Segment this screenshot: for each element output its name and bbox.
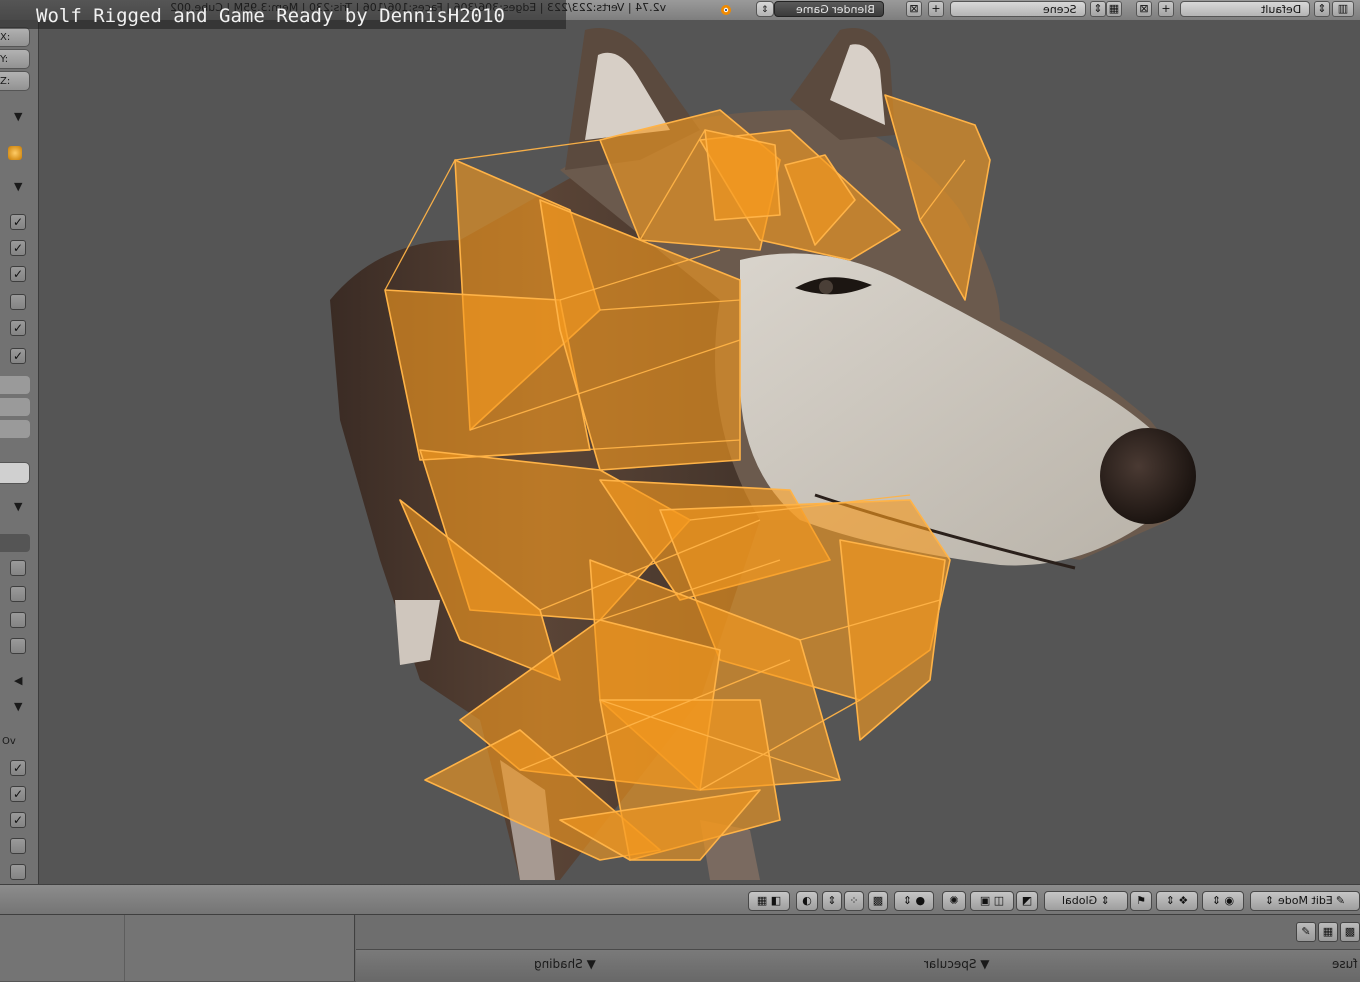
shelf-button[interactable] bbox=[0, 398, 30, 416]
cursor-y-label: Y: bbox=[0, 54, 9, 65]
shading-panel-label: Shading bbox=[534, 957, 583, 971]
display-checkbox[interactable]: ✓ bbox=[10, 760, 26, 776]
display-checkbox[interactable]: ✓ bbox=[10, 214, 26, 230]
screen-layout-field[interactable]: Default bbox=[1180, 1, 1310, 17]
region-divider bbox=[124, 915, 125, 981]
scene-browse-icon[interactable]: ▦ bbox=[1106, 1, 1122, 17]
cursor-z-label: Z: bbox=[0, 76, 11, 87]
scene-name-field[interactable]: Scene bbox=[950, 1, 1086, 17]
diffuse-panel-label: fuse bbox=[1332, 957, 1358, 971]
wolf-model-render bbox=[330, 28, 1196, 880]
properties-area: ✎ ▦ ▩ Shading ▼ Specular ▼ fuse bbox=[0, 914, 1360, 982]
manipulator-icon[interactable]: ✺ bbox=[942, 891, 966, 911]
occlude-icon[interactable]: ◩ bbox=[1016, 891, 1038, 911]
scene-name-label: Scene bbox=[1043, 3, 1077, 16]
world-tab-icon[interactable]: ▦ bbox=[1318, 922, 1338, 942]
mode-select[interactable]: ⇕ Edit Mode ✎ bbox=[1250, 891, 1360, 911]
render-tab-icon[interactable]: ▩ bbox=[1340, 922, 1360, 942]
wolf-nose bbox=[1100, 428, 1196, 524]
cursor-z-field[interactable]: Z: bbox=[0, 71, 30, 91]
render-engine-label: Blender Game bbox=[796, 3, 875, 16]
cursor-x-field[interactable]: X: bbox=[0, 27, 30, 47]
diffuse-panel-header[interactable]: fuse bbox=[1332, 957, 1357, 971]
video-title-overlay: Wolf Rigged and Game Ready by DennisH201… bbox=[0, 0, 566, 29]
shelf-button[interactable] bbox=[0, 420, 30, 438]
overlay-label: Ov bbox=[2, 736, 16, 747]
render-engine-select[interactable]: Blender Game bbox=[774, 1, 884, 17]
object-cube-icon[interactable] bbox=[8, 146, 22, 160]
layout-browse-icon[interactable]: ▥ bbox=[1332, 1, 1354, 17]
layout-add-button[interactable]: + bbox=[1158, 1, 1174, 17]
panel-toggle-icon[interactable]: ▼ bbox=[14, 180, 22, 193]
engine-arrow-icon[interactable]: ⇕ bbox=[756, 1, 774, 17]
shading-panel-header[interactable]: Shading ▼ bbox=[534, 957, 596, 971]
view-menu-icon[interactable]: ▦ ◧ bbox=[748, 891, 790, 911]
display-checkbox[interactable]: ✓ bbox=[10, 266, 26, 282]
display-checkbox[interactable]: ✓ bbox=[10, 320, 26, 336]
wolf-pupil bbox=[819, 280, 833, 294]
panel-toggle-icon[interactable]: ◀ bbox=[14, 674, 22, 687]
timeline-region bbox=[0, 915, 355, 981]
tool-shelf: X: Y: Z: ▼ ▼ ✓ ✓ ✓ ✓ ✓ ▼ ◀ ▼ Ov ✓ ✓ ✓ bbox=[0, 20, 39, 884]
proportional-edit-icon[interactable]: ▩ bbox=[868, 891, 888, 911]
display-checkbox[interactable] bbox=[10, 294, 26, 310]
panel-toggle-icon[interactable]: ▼ bbox=[14, 700, 22, 713]
draw-type-select[interactable]: ⇕ ◉ bbox=[1202, 891, 1244, 911]
snap-icon[interactable]: ⇕ ● bbox=[894, 891, 934, 911]
texture-tab-icon[interactable]: ✎ bbox=[1296, 922, 1316, 942]
shelf-button[interactable] bbox=[0, 376, 30, 394]
shelf-dark-button[interactable] bbox=[0, 534, 30, 552]
specular-panel-label: Specular bbox=[924, 957, 977, 971]
3d-view-header: ▦ ◧ ◐ ⇕ ⁘ ▩ ⇕ ● ✺ ▣ ◫ ◩ Global ⇕ ⚑ ⇕ ❖ ⇕… bbox=[0, 884, 1360, 915]
viewport-shading-icon[interactable]: ◐ bbox=[796, 891, 818, 911]
orientation-select[interactable]: Global ⇕ bbox=[1044, 891, 1128, 911]
layout-close-button[interactable]: ⊠ bbox=[1136, 1, 1152, 17]
orientation-label: Global bbox=[1062, 894, 1098, 907]
display-checkbox[interactable] bbox=[10, 638, 26, 654]
display-checkbox[interactable] bbox=[10, 560, 26, 576]
mode-label: Edit Mode bbox=[1277, 894, 1333, 907]
display-checkbox[interactable]: ✓ bbox=[10, 812, 26, 828]
layer-icon[interactable]: ⇕ ❖ bbox=[1156, 891, 1198, 911]
scene-select-arrow-icon[interactable]: ⇕ bbox=[1090, 1, 1106, 17]
blender-logo-icon bbox=[716, 1, 738, 17]
pivot-arrow-icon[interactable]: ⇕ bbox=[822, 891, 842, 911]
cursor-y-field[interactable]: Y: bbox=[0, 49, 30, 69]
3d-viewport[interactable] bbox=[39, 20, 1360, 884]
display-checkbox[interactable]: ✓ bbox=[10, 348, 26, 364]
display-checkbox[interactable]: ✓ bbox=[10, 786, 26, 802]
shelf-wide-button[interactable] bbox=[0, 462, 30, 484]
display-checkbox[interactable] bbox=[10, 838, 26, 854]
cursor-x-label: X: bbox=[0, 32, 11, 43]
panel-toggle-icon[interactable]: ▼ bbox=[14, 110, 22, 123]
layout-select-arrow-icon[interactable]: ⇕ bbox=[1314, 1, 1330, 17]
panel-toggle-icon[interactable]: ▼ bbox=[14, 500, 22, 513]
pivot-point-icon[interactable]: ⁘ bbox=[844, 891, 864, 911]
panel-header-bar: Shading ▼ Specular ▼ fuse bbox=[356, 949, 1360, 982]
transform-gizmo-icon[interactable]: ⚑ bbox=[1130, 891, 1152, 911]
display-checkbox[interactable] bbox=[10, 864, 26, 880]
display-checkbox[interactable] bbox=[10, 586, 26, 602]
select-mode-icons[interactable]: ▣ ◫ bbox=[970, 891, 1014, 911]
display-checkbox[interactable] bbox=[10, 612, 26, 628]
material-properties-panel: ✎ ▦ ▩ Shading ▼ Specular ▼ fuse bbox=[356, 915, 1360, 982]
layout-name-label: Default bbox=[1260, 3, 1301, 16]
scene-close-button[interactable]: ⊠ bbox=[906, 1, 922, 17]
scene-add-button[interactable]: + bbox=[928, 1, 944, 17]
display-checkbox[interactable]: ✓ bbox=[10, 240, 26, 256]
draw-type-glyph: ◉ bbox=[1224, 894, 1235, 907]
specular-panel-header[interactable]: Specular ▼ bbox=[924, 957, 990, 971]
